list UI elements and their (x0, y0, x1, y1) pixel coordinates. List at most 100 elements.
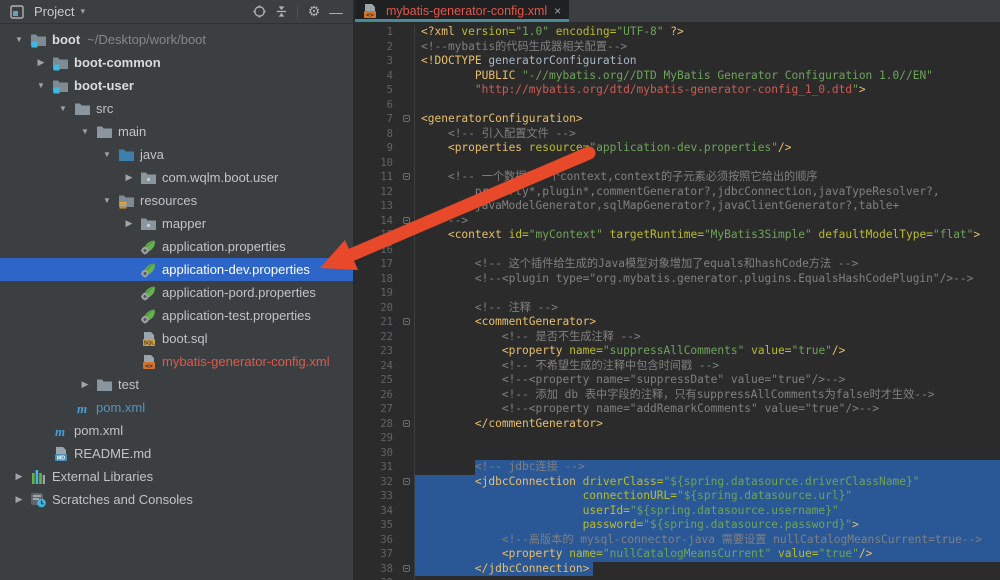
tree-item-test[interactable]: ▶test (0, 373, 353, 396)
tree-item-pom-xml[interactable]: mpom.xml (0, 419, 353, 442)
line-number[interactable]: 2 (355, 40, 401, 55)
line-number[interactable]: 29 (355, 431, 401, 446)
expander-open-icon[interactable]: ▼ (74, 127, 96, 136)
line-number[interactable]: 12 (355, 185, 401, 200)
line-number[interactable]: 3 (355, 54, 401, 69)
chevron-down-icon[interactable]: ▾ (80, 6, 85, 17)
line-number[interactable]: 7 (355, 112, 401, 127)
line-number[interactable]: 23 (355, 344, 401, 359)
line-number[interactable]: 19 (355, 286, 401, 301)
tab-mybatis-generator-config[interactable]: <> mybatis-generator-config.xml × (355, 0, 569, 22)
expander-closed-icon[interactable]: ▶ (118, 218, 140, 229)
close-icon[interactable]: × (554, 4, 561, 18)
line-number[interactable]: 37 (355, 547, 401, 562)
tree-item-application-test-properties[interactable]: application-test.properties (0, 304, 353, 327)
line-number[interactable]: 27 (355, 402, 401, 417)
fold-column (401, 127, 415, 142)
line-number[interactable]: 18 (355, 272, 401, 287)
line-number[interactable]: 38 (355, 562, 401, 577)
svg-text:m: m (55, 424, 65, 439)
line-number[interactable]: 1 (355, 25, 401, 40)
tree-item-boot-user[interactable]: ▼boot-user (0, 74, 353, 97)
line-number[interactable]: 13 (355, 199, 401, 214)
tree-item-com-wqlm-boot-user[interactable]: ▶com.wqlm.boot.user (0, 166, 353, 189)
tree-item-application-dev-properties[interactable]: application-dev.properties (0, 258, 353, 281)
tree-item-boot-common[interactable]: ▶boot-common (0, 51, 353, 74)
code-area[interactable]: 1<?xml version="1.0" encoding="UTF-8" ?>… (355, 22, 1000, 580)
line-number[interactable]: 4 (355, 69, 401, 84)
line-number[interactable]: 17 (355, 257, 401, 272)
expander-closed-icon[interactable]: ▶ (8, 471, 30, 482)
line-number[interactable]: 39 (355, 576, 401, 580)
fold-marker-icon[interactable] (403, 478, 410, 485)
tree-item-mapper[interactable]: ▶mapper (0, 212, 353, 235)
line-number[interactable]: 6 (355, 98, 401, 113)
tree-item-label: src (96, 101, 113, 116)
line-number[interactable]: 16 (355, 243, 401, 258)
hide-panel-icon[interactable]: — (325, 3, 347, 21)
tree-item-boot[interactable]: ▼boot~/Desktop/work/boot (0, 28, 353, 51)
line-number[interactable]: 28 (355, 417, 401, 432)
expander-open-icon[interactable]: ▼ (96, 196, 118, 205)
line-number[interactable]: 34 (355, 504, 401, 519)
line-number[interactable]: 9 (355, 141, 401, 156)
line-number[interactable]: 31 (355, 460, 401, 475)
project-view-title[interactable]: Project (34, 4, 74, 19)
code-line: 39 (355, 576, 1000, 580)
line-number[interactable]: 10 (355, 156, 401, 171)
tree-item-boot-sql[interactable]: SQLboot.sql (0, 327, 353, 350)
settings-icon[interactable]: ⚙ (303, 3, 325, 21)
expander-closed-icon[interactable]: ▶ (74, 379, 96, 390)
tree-item-readme-md[interactable]: MDREADME.md (0, 442, 353, 465)
tree-item-pom-xml[interactable]: mpom.xml (0, 396, 353, 419)
tree-item-mybatis-generator-config-xml[interactable]: <>mybatis-generator-config.xml (0, 350, 353, 373)
expander-open-icon[interactable]: ▼ (52, 104, 74, 113)
tree-item-resources[interactable]: ▼resources (0, 189, 353, 212)
fold-marker-icon[interactable] (403, 318, 410, 325)
tree-item-main[interactable]: ▼main (0, 120, 353, 143)
fold-marker-icon[interactable] (403, 217, 410, 224)
line-number[interactable]: 15 (355, 228, 401, 243)
tree-item-java[interactable]: ▼java (0, 143, 353, 166)
locate-icon[interactable] (248, 3, 270, 21)
collapse-all-icon[interactable] (270, 3, 292, 21)
fold-column (401, 199, 415, 214)
expander-closed-icon[interactable]: ▶ (30, 57, 52, 68)
fold-marker-icon[interactable] (403, 565, 410, 572)
fold-marker-icon[interactable] (403, 173, 410, 180)
tree-item-application-properties[interactable]: application.properties (0, 235, 353, 258)
code-text: <property name="suppressAllComments" val… (421, 344, 845, 357)
line-number[interactable]: 14 (355, 214, 401, 229)
expander-open-icon[interactable]: ▼ (96, 150, 118, 159)
tree-item-src[interactable]: ▼ src (0, 97, 353, 120)
line-number[interactable]: 11 (355, 170, 401, 185)
line-number[interactable]: 5 (355, 83, 401, 98)
code-text: password="${spring.datasource.password}"… (421, 518, 859, 531)
line-number[interactable]: 33 (355, 489, 401, 504)
fold-column (401, 489, 415, 504)
expander-open-icon[interactable]: ▼ (30, 81, 52, 90)
module-folder-icon (52, 55, 70, 71)
expander-closed-icon[interactable]: ▶ (8, 494, 30, 505)
line-number[interactable]: 21 (355, 315, 401, 330)
fold-marker-icon[interactable] (403, 420, 410, 427)
tree-item-scratches-and-consoles[interactable]: ▶Scratches and Consoles (0, 488, 353, 511)
line-number[interactable]: 25 (355, 373, 401, 388)
svg-text:MD: MD (57, 455, 65, 461)
tree-item-external-libraries[interactable]: ▶External Libraries (0, 465, 353, 488)
line-number[interactable]: 20 (355, 301, 401, 316)
line-number[interactable]: 24 (355, 359, 401, 374)
line-number[interactable]: 30 (355, 446, 401, 461)
code-text: <!-- 不希望生成的注释中包含时间戳 --> (421, 359, 719, 372)
expander-open-icon[interactable]: ▼ (8, 35, 30, 44)
fold-marker-icon[interactable] (403, 115, 410, 122)
line-number[interactable]: 35 (355, 518, 401, 533)
project-tool-icon (6, 3, 28, 21)
tree-item-application-pord-properties[interactable]: application-pord.properties (0, 281, 353, 304)
line-number[interactable]: 32 (355, 475, 401, 490)
line-number[interactable]: 26 (355, 388, 401, 403)
expander-closed-icon[interactable]: ▶ (118, 172, 140, 183)
line-number[interactable]: 36 (355, 533, 401, 548)
line-number[interactable]: 22 (355, 330, 401, 345)
line-number[interactable]: 8 (355, 127, 401, 142)
